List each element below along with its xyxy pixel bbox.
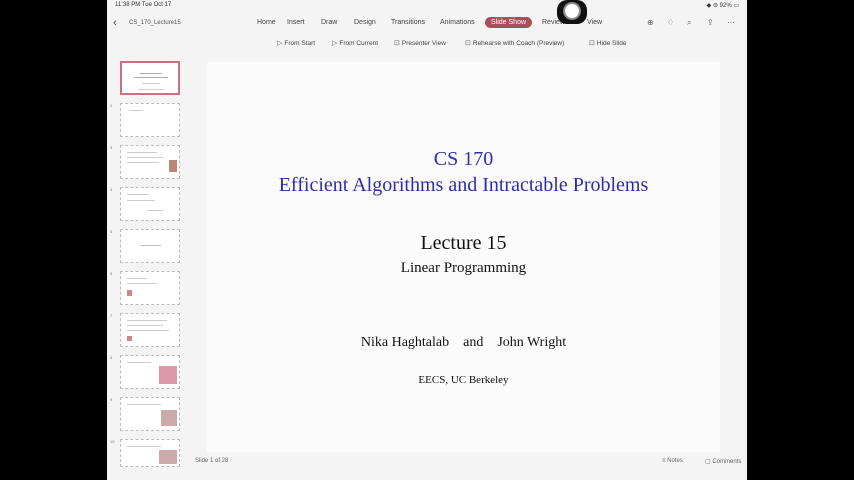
document-name[interactable]: CS_170_Lecture15 [129,20,181,26]
more-icon[interactable]: ⋯ [727,18,735,27]
tab-bar: ‹ CS_170_Lecture15 Home Insert Draw Desi… [107,11,747,35]
slide-count: Slide 1 of 28 [195,458,229,464]
status-footer: Slide 1 of 28 ≡ Notes ▢ Comments [107,455,747,469]
comments-button[interactable]: ▢ Comments [705,458,741,465]
share-people-icon[interactable]: ⊕ [647,18,654,27]
thumbnail-pane: 2 3 4 5 6 7 8 9 10 [107,58,187,468]
from-start-button[interactable]: ▷ From Start [277,39,315,47]
share-icon[interactable]: ⇪ [707,18,714,27]
slide-title: CS 170 [433,148,494,170]
tab-slide-show[interactable]: Slide Show [485,17,533,28]
rehearse-button[interactable]: ⊡ Rehearse with Coach (Preview) [465,39,564,47]
ribbon: ▷ From Start ▷ From Current ⊡ Presenter Vie… [107,36,747,54]
from-current-button[interactable]: ▷ From Current [332,39,378,47]
lecture-number: Lecture 15 [420,232,507,254]
slide-thumbnail[interactable] [120,271,180,305]
lightbulb-icon[interactable]: ♢ [667,18,674,27]
slide-thumbnail[interactable] [120,145,180,179]
status-indicators: ◆ ⊜ 92% ▭ [706,3,739,9]
lecture-subtitle: Linear Programming [400,260,527,276]
slide-thumbnail[interactable] [120,313,180,347]
hide-slide-icon: ⊡ [589,40,595,47]
search-icon[interactable]: ⌕ [687,18,691,28]
slide-thumbnail[interactable] [120,61,180,95]
tab-transitions[interactable]: Transitions [391,19,425,26]
presenter-icon: ⊡ [394,40,400,47]
tab-animations[interactable]: Animations [440,19,475,26]
slide-thumbnail[interactable] [120,187,180,221]
tab-home[interactable]: Home [257,19,276,26]
back-chevron-icon[interactable]: ‹ [113,17,117,29]
slide-thumbnail[interactable] [120,397,180,431]
presenter-view-button[interactable]: ⊡ Presenter View [394,39,446,47]
record-dot-icon [565,4,579,18]
play-icon: ▷ [332,40,338,47]
slide-title-line2: Efficient Algorithms and Intractable Pro… [278,174,649,196]
status-bar: 11:38 PM Tue Oct 17 ◆ ⊜ 92% ▭ [107,0,747,10]
recording-indicator[interactable] [557,0,587,24]
tab-view[interactable]: View [587,19,602,26]
tab-draw[interactable]: Draw [321,19,337,26]
status-time: 11:38 PM Tue Oct 17 [115,2,172,8]
play-icon: ▷ [277,40,283,47]
tab-insert[interactable]: Insert [287,19,305,26]
hide-slide-button[interactable]: ⊡ Hide Slide [589,39,627,47]
slide-thumbnail[interactable] [120,355,180,389]
authors: Nika Haghtalab and John Wright [360,335,567,350]
slide-thumbnail[interactable] [120,103,180,137]
tab-design[interactable]: Design [354,19,376,26]
slide-canvas[interactable]: CS 170 Efficient Algorithms and Intracta… [207,62,720,452]
slide-thumbnail[interactable] [120,229,180,263]
notes-button[interactable]: ≡ Notes [662,458,683,464]
affiliation: EECS, UC Berkeley [418,374,509,386]
app-window: 11:38 PM Tue Oct 17 ◆ ⊜ 92% ▭ ‹ CS_170_L… [107,0,747,480]
rehearse-icon: ⊡ [465,40,471,47]
